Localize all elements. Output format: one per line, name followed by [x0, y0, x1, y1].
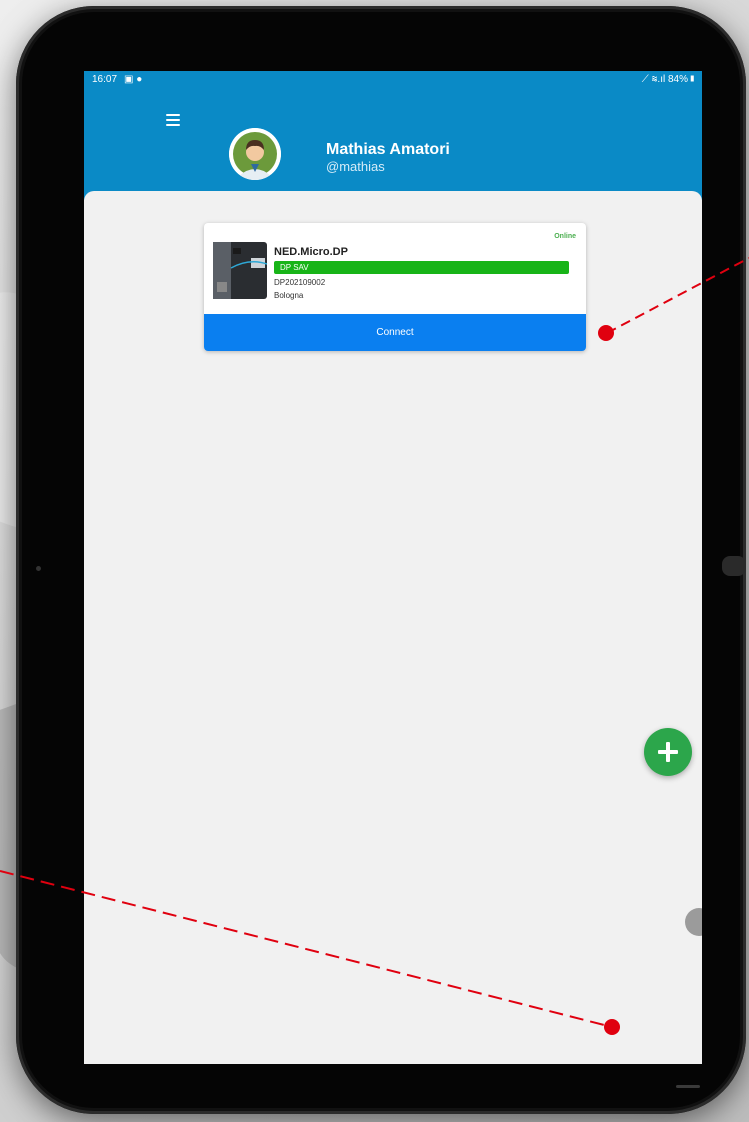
user-handle: @mathias: [326, 159, 385, 174]
avatar[interactable]: [229, 128, 281, 180]
status-bar: 16:07 ▣ ● ⟋ ≋.ıl 84%▮: [84, 71, 702, 89]
status-notification-icons: ▣ ●: [124, 74, 143, 85]
app-screen: 16:07 ▣ ● ⟋ ≋.ıl 84%▮ Mathias Amatori @m…: [84, 71, 702, 1064]
connect-button[interactable]: Connect: [204, 314, 586, 351]
device-card[interactable]: Online NED.Micro.DP DP SAV DP202109002 B…: [204, 223, 586, 351]
side-button: [722, 556, 746, 576]
status-system-icons: ⟋ ≋.ıl 84%▮: [641, 74, 696, 85]
doctor-avatar-icon: [229, 128, 281, 180]
status-time: 16:07: [92, 74, 118, 85]
edit-button[interactable]: [685, 908, 702, 936]
device-image: [213, 242, 268, 299]
device-name: NED.Micro.DP: [274, 246, 348, 258]
camera-dot: [36, 566, 41, 571]
device-serial: DP202109002: [274, 278, 326, 287]
device-badge: DP SAV: [274, 261, 569, 274]
device-location: Bologna: [274, 291, 304, 300]
app-header: 16:07 ▣ ● ⟋ ≋.ıl 84%▮ Mathias Amatori @m…: [84, 71, 702, 200]
hamburger-menu-icon[interactable]: [166, 114, 180, 126]
user-name: Mathias Amatori: [326, 141, 450, 158]
add-device-button[interactable]: [644, 728, 692, 776]
home-indicator: [676, 1085, 700, 1088]
device-online-status: Online: [554, 233, 576, 240]
